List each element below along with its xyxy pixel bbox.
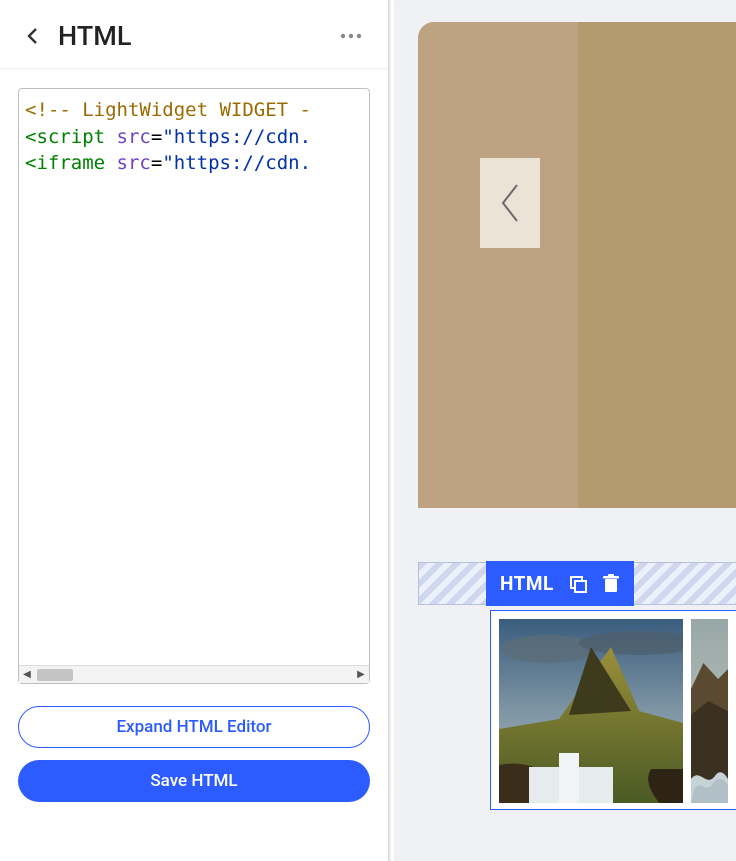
panel-header: HTML (0, 0, 388, 68)
code-content[interactable]: <!-- LightWidget WIDGET - <script src="h… (19, 89, 369, 665)
scroll-right-arrow[interactable]: ▶ (353, 667, 369, 683)
panel-title: HTML (58, 20, 131, 52)
scroll-left-arrow[interactable]: ◀ (19, 667, 35, 683)
chevron-left-icon (495, 179, 525, 227)
html-editor-panel: HTML <!-- LightWidget WIDGET - <script s… (0, 0, 388, 861)
save-html-button[interactable]: Save HTML (18, 760, 370, 802)
back-button[interactable] (22, 25, 44, 47)
gallery-thumbnail[interactable] (691, 619, 728, 803)
widget-content-frame[interactable] (490, 610, 736, 810)
landscape-image-icon (691, 619, 728, 803)
delete-widget-button[interactable] (602, 574, 620, 594)
widget-type-label: HTML (500, 572, 554, 595)
gallery-thumbnail[interactable] (499, 619, 683, 803)
more-horizontal-icon (340, 33, 362, 39)
html-code-editor[interactable]: <!-- LightWidget WIDGET - <script src="h… (18, 88, 370, 684)
horizontal-scrollbar[interactable]: ◀ ▶ (19, 665, 369, 683)
copy-icon (568, 574, 588, 594)
scrollbar-track[interactable] (35, 669, 353, 681)
duplicate-widget-button[interactable] (568, 574, 588, 594)
more-options-button[interactable] (336, 21, 366, 51)
scrollbar-thumb[interactable] (37, 669, 73, 681)
widget-toolbar: HTML (486, 561, 634, 606)
carousel-prev-button[interactable] (480, 158, 540, 248)
landscape-image-icon (499, 619, 683, 803)
trash-icon (602, 574, 620, 594)
hero-section (418, 22, 736, 508)
html-widget-selection[interactable]: HTML (418, 562, 736, 824)
chevron-left-icon (26, 27, 40, 45)
expand-editor-button[interactable]: Expand HTML Editor (18, 706, 370, 748)
preview-canvas: HTML (394, 0, 736, 861)
